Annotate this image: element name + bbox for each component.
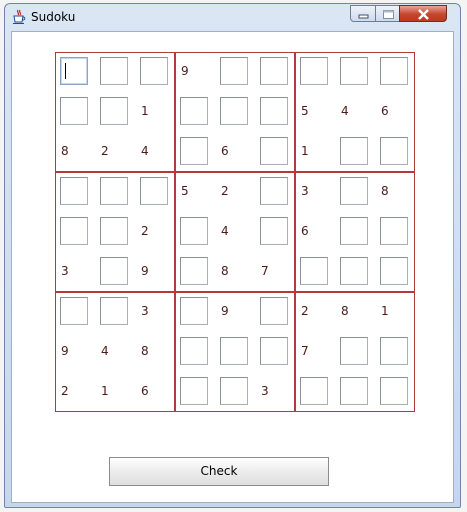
cell-input[interactable] xyxy=(340,257,368,285)
cell-input[interactable] xyxy=(100,57,128,85)
cell-input[interactable] xyxy=(380,217,408,245)
cell-given: 3 xyxy=(141,304,149,318)
cell-given: 4 xyxy=(341,104,349,118)
close-icon xyxy=(418,9,429,20)
cell-input[interactable] xyxy=(260,297,288,325)
cell-input[interactable] xyxy=(380,337,408,365)
cell-given: 3 xyxy=(61,264,69,278)
minimize-button[interactable] xyxy=(350,5,376,22)
cell-given: 9 xyxy=(141,264,149,278)
cell-input[interactable] xyxy=(300,377,328,405)
cell-given: 9 xyxy=(181,64,189,78)
cell-input[interactable] xyxy=(100,297,128,325)
cell-input[interactable] xyxy=(180,337,208,365)
cell-input[interactable] xyxy=(180,297,208,325)
cell-given: 4 xyxy=(141,144,149,158)
cell-given: 4 xyxy=(101,344,109,358)
cell-given: 8 xyxy=(141,344,149,358)
cell-input[interactable] xyxy=(100,177,128,205)
cell-given: 5 xyxy=(181,184,189,198)
cell-given: 2 xyxy=(301,304,309,318)
cell-given: 8 xyxy=(221,264,229,278)
cell-input[interactable] xyxy=(300,57,328,85)
cell-input[interactable] xyxy=(60,297,88,325)
cell-input[interactable] xyxy=(260,97,288,125)
cell-input[interactable] xyxy=(340,337,368,365)
cell-input[interactable] xyxy=(100,257,128,285)
check-button[interactable]: Check xyxy=(109,457,329,486)
cell-input[interactable] xyxy=(140,57,168,85)
cell-given: 7 xyxy=(301,344,309,358)
maximize-button[interactable] xyxy=(375,5,400,22)
minimize-icon xyxy=(358,14,369,19)
window-controls xyxy=(350,5,454,23)
maximize-icon xyxy=(383,10,394,19)
cell-given: 2 xyxy=(221,184,229,198)
cell-given: 1 xyxy=(141,104,149,118)
window-title: Sudoku xyxy=(31,10,76,24)
cell-input[interactable] xyxy=(60,177,88,205)
cell-input[interactable] xyxy=(340,377,368,405)
cell-input[interactable] xyxy=(100,97,128,125)
cell-input[interactable] xyxy=(380,137,408,165)
cell-given: 1 xyxy=(101,384,109,398)
cell-input[interactable] xyxy=(260,177,288,205)
cell-given: 2 xyxy=(101,144,109,158)
cell-input[interactable] xyxy=(220,57,248,85)
title-bar[interactable]: Sudoku xyxy=(5,4,460,30)
cell-given: 9 xyxy=(61,344,69,358)
text-caret xyxy=(65,63,66,79)
cell-input[interactable] xyxy=(300,257,328,285)
cell-input[interactable] xyxy=(340,57,368,85)
cell-given: 4 xyxy=(221,224,229,238)
cell-input[interactable] xyxy=(180,137,208,165)
cell-given: 3 xyxy=(301,184,309,198)
cell-input[interactable] xyxy=(260,217,288,245)
cell-input[interactable] xyxy=(260,337,288,365)
cell-given: 2 xyxy=(141,224,149,238)
cell-given: 6 xyxy=(381,104,389,118)
cell-given: 6 xyxy=(141,384,149,398)
cell-input[interactable] xyxy=(180,257,208,285)
cell-given: 7 xyxy=(261,264,269,278)
cell-input[interactable] xyxy=(180,217,208,245)
cell-input[interactable] xyxy=(180,97,208,125)
cell-input[interactable] xyxy=(220,337,248,365)
cell-given: 8 xyxy=(61,144,69,158)
cell-input[interactable] xyxy=(340,217,368,245)
cell-input[interactable] xyxy=(180,377,208,405)
cell-input[interactable] xyxy=(220,97,248,125)
cell-given: 1 xyxy=(301,144,309,158)
content-panel: 9 1 5 4 6 8 2 4 6 1 5 2 3 8 2 4 6 3 9 8 7 3 9 2 8 1 9 4 8 7 2 1 6 3 Check xyxy=(11,31,454,503)
cell-input[interactable] xyxy=(60,97,88,125)
cell-input[interactable] xyxy=(380,377,408,405)
sudoku-window: Sudoku 9 1 5 4 6 8 2 4 6 1 5 2 3 8 2 4 6… xyxy=(4,3,461,508)
desktop: Sudoku 9 1 5 4 6 8 2 4 6 1 5 2 3 8 2 4 6… xyxy=(0,0,467,512)
cell-input[interactable] xyxy=(340,137,368,165)
java-cup-icon xyxy=(12,9,26,24)
close-button[interactable] xyxy=(399,5,447,22)
cell-given: 6 xyxy=(221,144,229,158)
cell-given: 5 xyxy=(301,104,309,118)
cell-input[interactable] xyxy=(340,177,368,205)
cell-given: 3 xyxy=(261,384,269,398)
cell-given: 8 xyxy=(341,304,349,318)
cell-given: 9 xyxy=(221,304,229,318)
cell-input[interactable] xyxy=(220,377,248,405)
cell-input[interactable] xyxy=(260,57,288,85)
cell-input[interactable] xyxy=(380,57,408,85)
sudoku-board: 9 1 5 4 6 8 2 4 6 1 5 2 3 8 2 4 6 3 9 8 7 3 9 2 8 1 9 4 8 7 2 1 6 3 xyxy=(55,52,416,412)
cell-given: 2 xyxy=(61,384,69,398)
cell-input[interactable] xyxy=(60,217,88,245)
cell-given: 8 xyxy=(381,184,389,198)
cell-input[interactable] xyxy=(260,137,288,165)
cell-given: 6 xyxy=(301,224,309,238)
cell-input[interactable] xyxy=(100,217,128,245)
cell-input[interactable] xyxy=(380,257,408,285)
cell-input[interactable] xyxy=(140,177,168,205)
cell-given: 1 xyxy=(381,304,389,318)
